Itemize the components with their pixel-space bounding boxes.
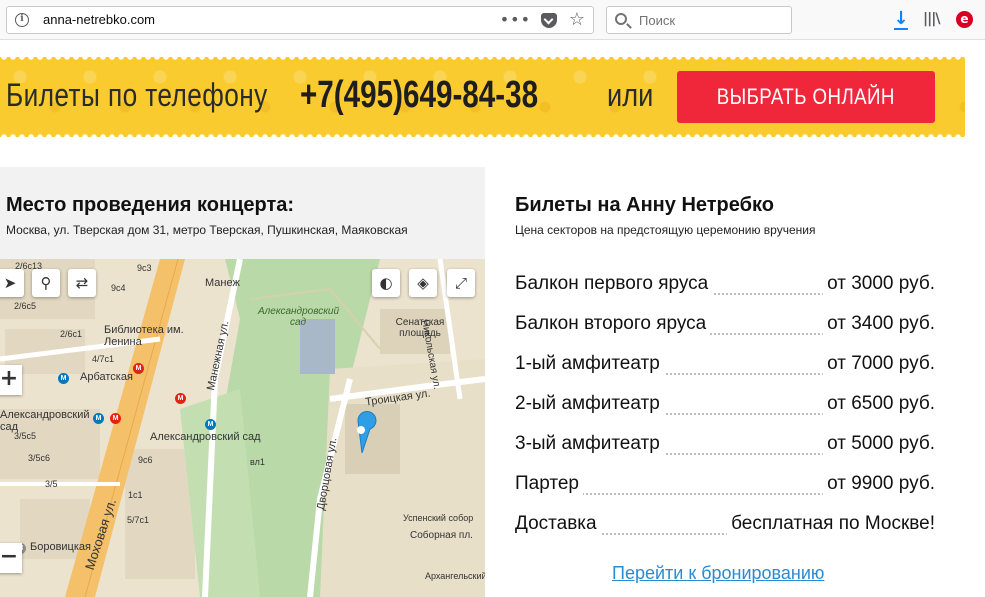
map-label-manezh: Манеж [205,277,240,289]
pocket-icon[interactable] [541,13,557,28]
extension-icon[interactable]: e [956,11,973,28]
price-row-name: Балкон первого яруса [515,273,713,295]
map-building-number: 1c1 [128,490,143,500]
zoom-in-button[interactable]: + [0,365,22,395]
route-icon[interactable]: ⇄ [68,269,96,297]
site-info-icon[interactable]: i [15,13,29,27]
price-row: 1-ый амфитеатр от 7000 руб. [515,353,935,379]
delivery-label: Доставка [515,513,601,535]
map-building-number: 9c4 [111,283,126,293]
tickets-title: Билеты на Анну Нетребко [515,194,774,216]
map-building-number: 3/5 [45,479,58,489]
banner-edge-bottom [0,134,965,137]
price-row-value: от 6500 руб. [823,393,935,415]
bookmark-star-icon[interactable]: ☆ [569,9,585,30]
locate-icon[interactable]: ➤ [0,269,24,297]
zoom-out-button[interactable]: − [0,543,22,573]
map-label-alexandrovsky-garden-top: Александровский сад [258,306,340,328]
map-building-number: 2/6c5 [14,301,37,311]
delivery-value: бесплатная по Москве! [727,513,935,535]
banner-edge-top [0,57,965,60]
price-row-name: 2-ый амфитеатр [515,393,664,415]
map-building-number: 9c3 [137,263,152,273]
delivery-row: Доставка бесплатная по Москве! [515,513,935,539]
choose-online-label: ВЫБРАТЬ ОНЛАЙН [716,84,896,109]
price-row: Балкон первого яруса от 3000 руб. [515,273,935,299]
phone-banner: Билеты по телефону +7(495)649-84-38 или … [0,57,965,137]
phone-number[interactable]: +7(495)649-84-38 [300,74,538,117]
price-row-value: от 5000 руб. [823,433,935,455]
layers-icon[interactable]: ◈ [409,269,437,297]
choose-online-button[interactable]: ВЫБРАТЬ ОНЛАЙН [677,71,935,123]
search-icon [615,13,627,25]
or-label: или [607,77,654,113]
map-label-uspensky: Успенский собор [403,513,474,523]
map-building-number: 4/7c1 [92,354,115,364]
price-row-value: от 9900 руб. [823,473,935,495]
address-url[interactable]: anna-netrebko.com [43,12,155,27]
map-building-number: вл1 [250,457,265,467]
metro-icon: M [175,393,186,404]
fullscreen-icon[interactable]: ⤢ [447,269,475,297]
tickets-subtitle: Цена секторов на предстоящую церемонию в… [515,223,816,237]
map-label-arbatskaya: Арбатская [80,371,133,383]
library-icon[interactable]: |||\ [923,11,940,27]
map-label-borovitskaya: Боровицкая [30,541,91,553]
price-row: Партер от 9900 руб. [515,473,935,499]
price-row: Балкон второго яруса от 3400 руб. [515,313,935,339]
price-row-value: от 3400 руб. [823,313,935,335]
map-building-number: 3/5c5 [14,431,37,441]
price-row-value: от 3000 руб. [823,273,935,295]
metro-icon: M [110,413,121,424]
price-row-value: от 7000 руб. [823,353,935,375]
metro-icon: M [93,413,104,424]
search-bar[interactable]: Поиск [606,6,792,34]
metro-icon: M [133,363,144,374]
venue-map[interactable]: Манеж Александровский сад Сенатская площ… [0,259,485,597]
address-bar[interactable]: i anna-netrebko.com ••• ☆ [6,6,594,34]
map-building-number: 2/6c1 [60,329,83,339]
venue-address: Москва, ул. Тверская дом 31, метро Тверс… [6,223,408,237]
price-row-name: Балкон второго яруса [515,313,711,335]
traffic-icon[interactable]: ◐ [372,269,400,297]
map-label-library: Библиотека им. Ленина [104,324,184,348]
map-label-arkhangelsky: Архангельский [425,571,485,581]
metro-icon: M [58,373,69,384]
price-row-name: Партер [515,473,583,495]
price-row: 3-ый амфитеатр от 5000 руб. [515,433,935,459]
map-label-alexandrovsky-garden-metro: Александровский сад [150,431,261,443]
map-building-number: 9c6 [138,455,153,465]
metro-icon: M [205,419,216,430]
map-label-alexandrovsky-garden-left: Александровский сад [0,409,90,433]
map-label-sobornaya: Соборная пл. [410,530,473,541]
booking-link[interactable]: Перейти к бронированию [612,563,824,584]
map-building-number: 5/7c1 [127,515,150,525]
phone-label: Билеты по телефону [6,77,268,113]
price-row-name: 1-ый амфитеатр [515,353,664,375]
price-row: 2-ый амфитеатр от 6500 руб. [515,393,935,419]
price-row-name: 3-ый амфитеатр [515,433,664,455]
venue-title: Место проведения концерта: [6,194,295,216]
map-search-icon[interactable]: ⚲ [32,269,60,297]
page-actions-icon[interactable]: ••• [500,10,531,29]
download-icon[interactable]: ↓ [892,10,910,30]
map-building-number: 3/5c6 [28,453,51,463]
browser-toolbar: i anna-netrebko.com ••• ☆ Поиск ↓ |||\ e [0,0,985,40]
search-placeholder: Поиск [639,13,676,28]
